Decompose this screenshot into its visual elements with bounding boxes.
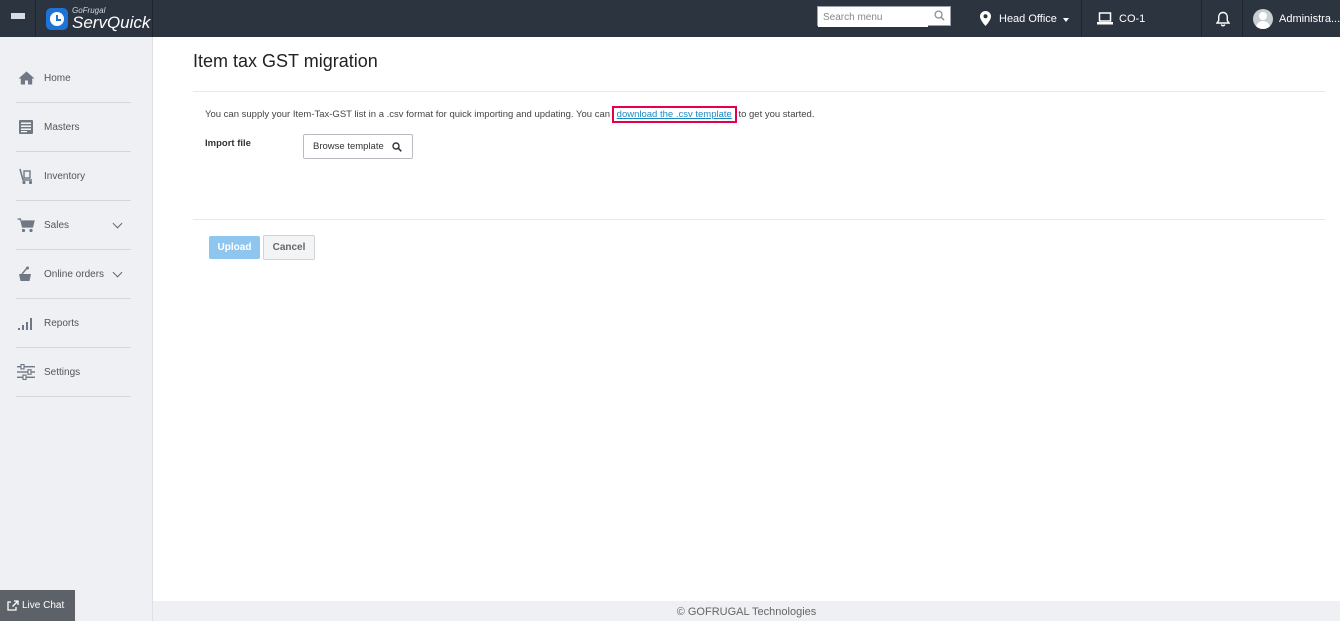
inventory-icon — [16, 166, 36, 186]
masters-icon — [16, 117, 36, 137]
external-link-icon — [7, 600, 19, 611]
sidebar-item-label: Masters — [44, 121, 80, 133]
company-label: CO-1 — [1119, 12, 1146, 25]
user-name: Administra... — [1279, 12, 1340, 25]
home-icon — [16, 68, 36, 88]
sidebar-item-label: Home — [44, 72, 71, 84]
search-menu-box — [817, 6, 951, 27]
description-prefix: You can supply your Item-Tax-GST list in… — [205, 109, 611, 120]
settings-icon — [16, 362, 36, 382]
sidebar-item-sales[interactable]: Sales — [16, 201, 131, 250]
location-selector[interactable]: Head Office — [968, 0, 1082, 37]
sidebar-item-label: Sales — [44, 219, 70, 231]
bell-icon — [1215, 11, 1230, 26]
live-chat-label: Live Chat — [22, 600, 65, 611]
live-chat-button[interactable]: Live Chat — [0, 590, 75, 621]
browse-template-button[interactable]: Browse template — [303, 134, 413, 159]
page-title: Item tax GST migration — [193, 51, 378, 71]
computer-icon — [1097, 11, 1113, 24]
description-text: You can supply your Item-Tax-GST list in… — [205, 106, 815, 123]
sidebar-item-settings[interactable]: Settings — [16, 348, 131, 397]
sidebar-item-label: Online orders — [44, 268, 105, 280]
divider — [193, 91, 1325, 92]
sidebar-item-label: Reports — [44, 317, 80, 329]
reports-icon — [16, 313, 36, 333]
top-bar: GoFrugal ServQuick Head Office CO-1 Admi… — [0, 0, 1340, 37]
description-suffix: to get you started. — [738, 109, 815, 120]
logo-brand-name: ServQuick — [72, 12, 151, 32]
search-menu-input[interactable] — [818, 8, 928, 27]
footer-copyright: © GOFRUGAL Technologies — [153, 601, 1340, 621]
caret-down-icon — [1062, 17, 1069, 22]
download-template-link[interactable]: download the .csv template — [611, 106, 737, 123]
sidebar-item-masters[interactable]: Masters — [16, 103, 131, 152]
location-label: Head Office — [999, 12, 1057, 25]
sidebar: Home Masters Inventory Sales Online orde… — [0, 37, 153, 621]
chevron-down-icon — [112, 218, 123, 229]
sidebar-item-inventory[interactable]: Inventory — [16, 152, 131, 201]
import-file-label: Import file — [205, 138, 251, 149]
sidebar-item-label: Settings — [44, 366, 81, 378]
hamburger-menu-button[interactable] — [0, 0, 36, 37]
browse-template-label: Browse template — [313, 141, 384, 152]
sidebar-item-online-orders[interactable]: Online orders — [16, 250, 131, 299]
app-logo[interactable]: GoFrugal ServQuick — [36, 0, 153, 37]
sidebar-item-reports[interactable]: Reports — [16, 299, 131, 348]
sidebar-item-home[interactable]: Home — [16, 54, 131, 103]
online-orders-icon — [16, 264, 36, 284]
hamburger-icon — [10, 13, 25, 24]
divider — [193, 219, 1325, 220]
cancel-button[interactable]: Cancel — [263, 235, 315, 260]
cart-icon — [16, 215, 36, 235]
chevron-down-icon — [112, 267, 123, 278]
sidebar-item-label: Inventory — [44, 170, 86, 182]
upload-button[interactable]: Upload — [209, 236, 260, 259]
search-icon — [392, 141, 402, 152]
user-menu[interactable]: Administra... — [1244, 0, 1340, 37]
notifications-button[interactable] — [1203, 0, 1243, 37]
avatar-icon — [1253, 8, 1273, 29]
map-pin-icon — [980, 11, 991, 26]
search-icon[interactable] — [934, 10, 945, 21]
company-selector[interactable]: CO-1 — [1083, 0, 1202, 37]
clock-logo-icon — [46, 7, 68, 30]
main-content: Item tax GST migration You can supply yo… — [153, 37, 1340, 601]
